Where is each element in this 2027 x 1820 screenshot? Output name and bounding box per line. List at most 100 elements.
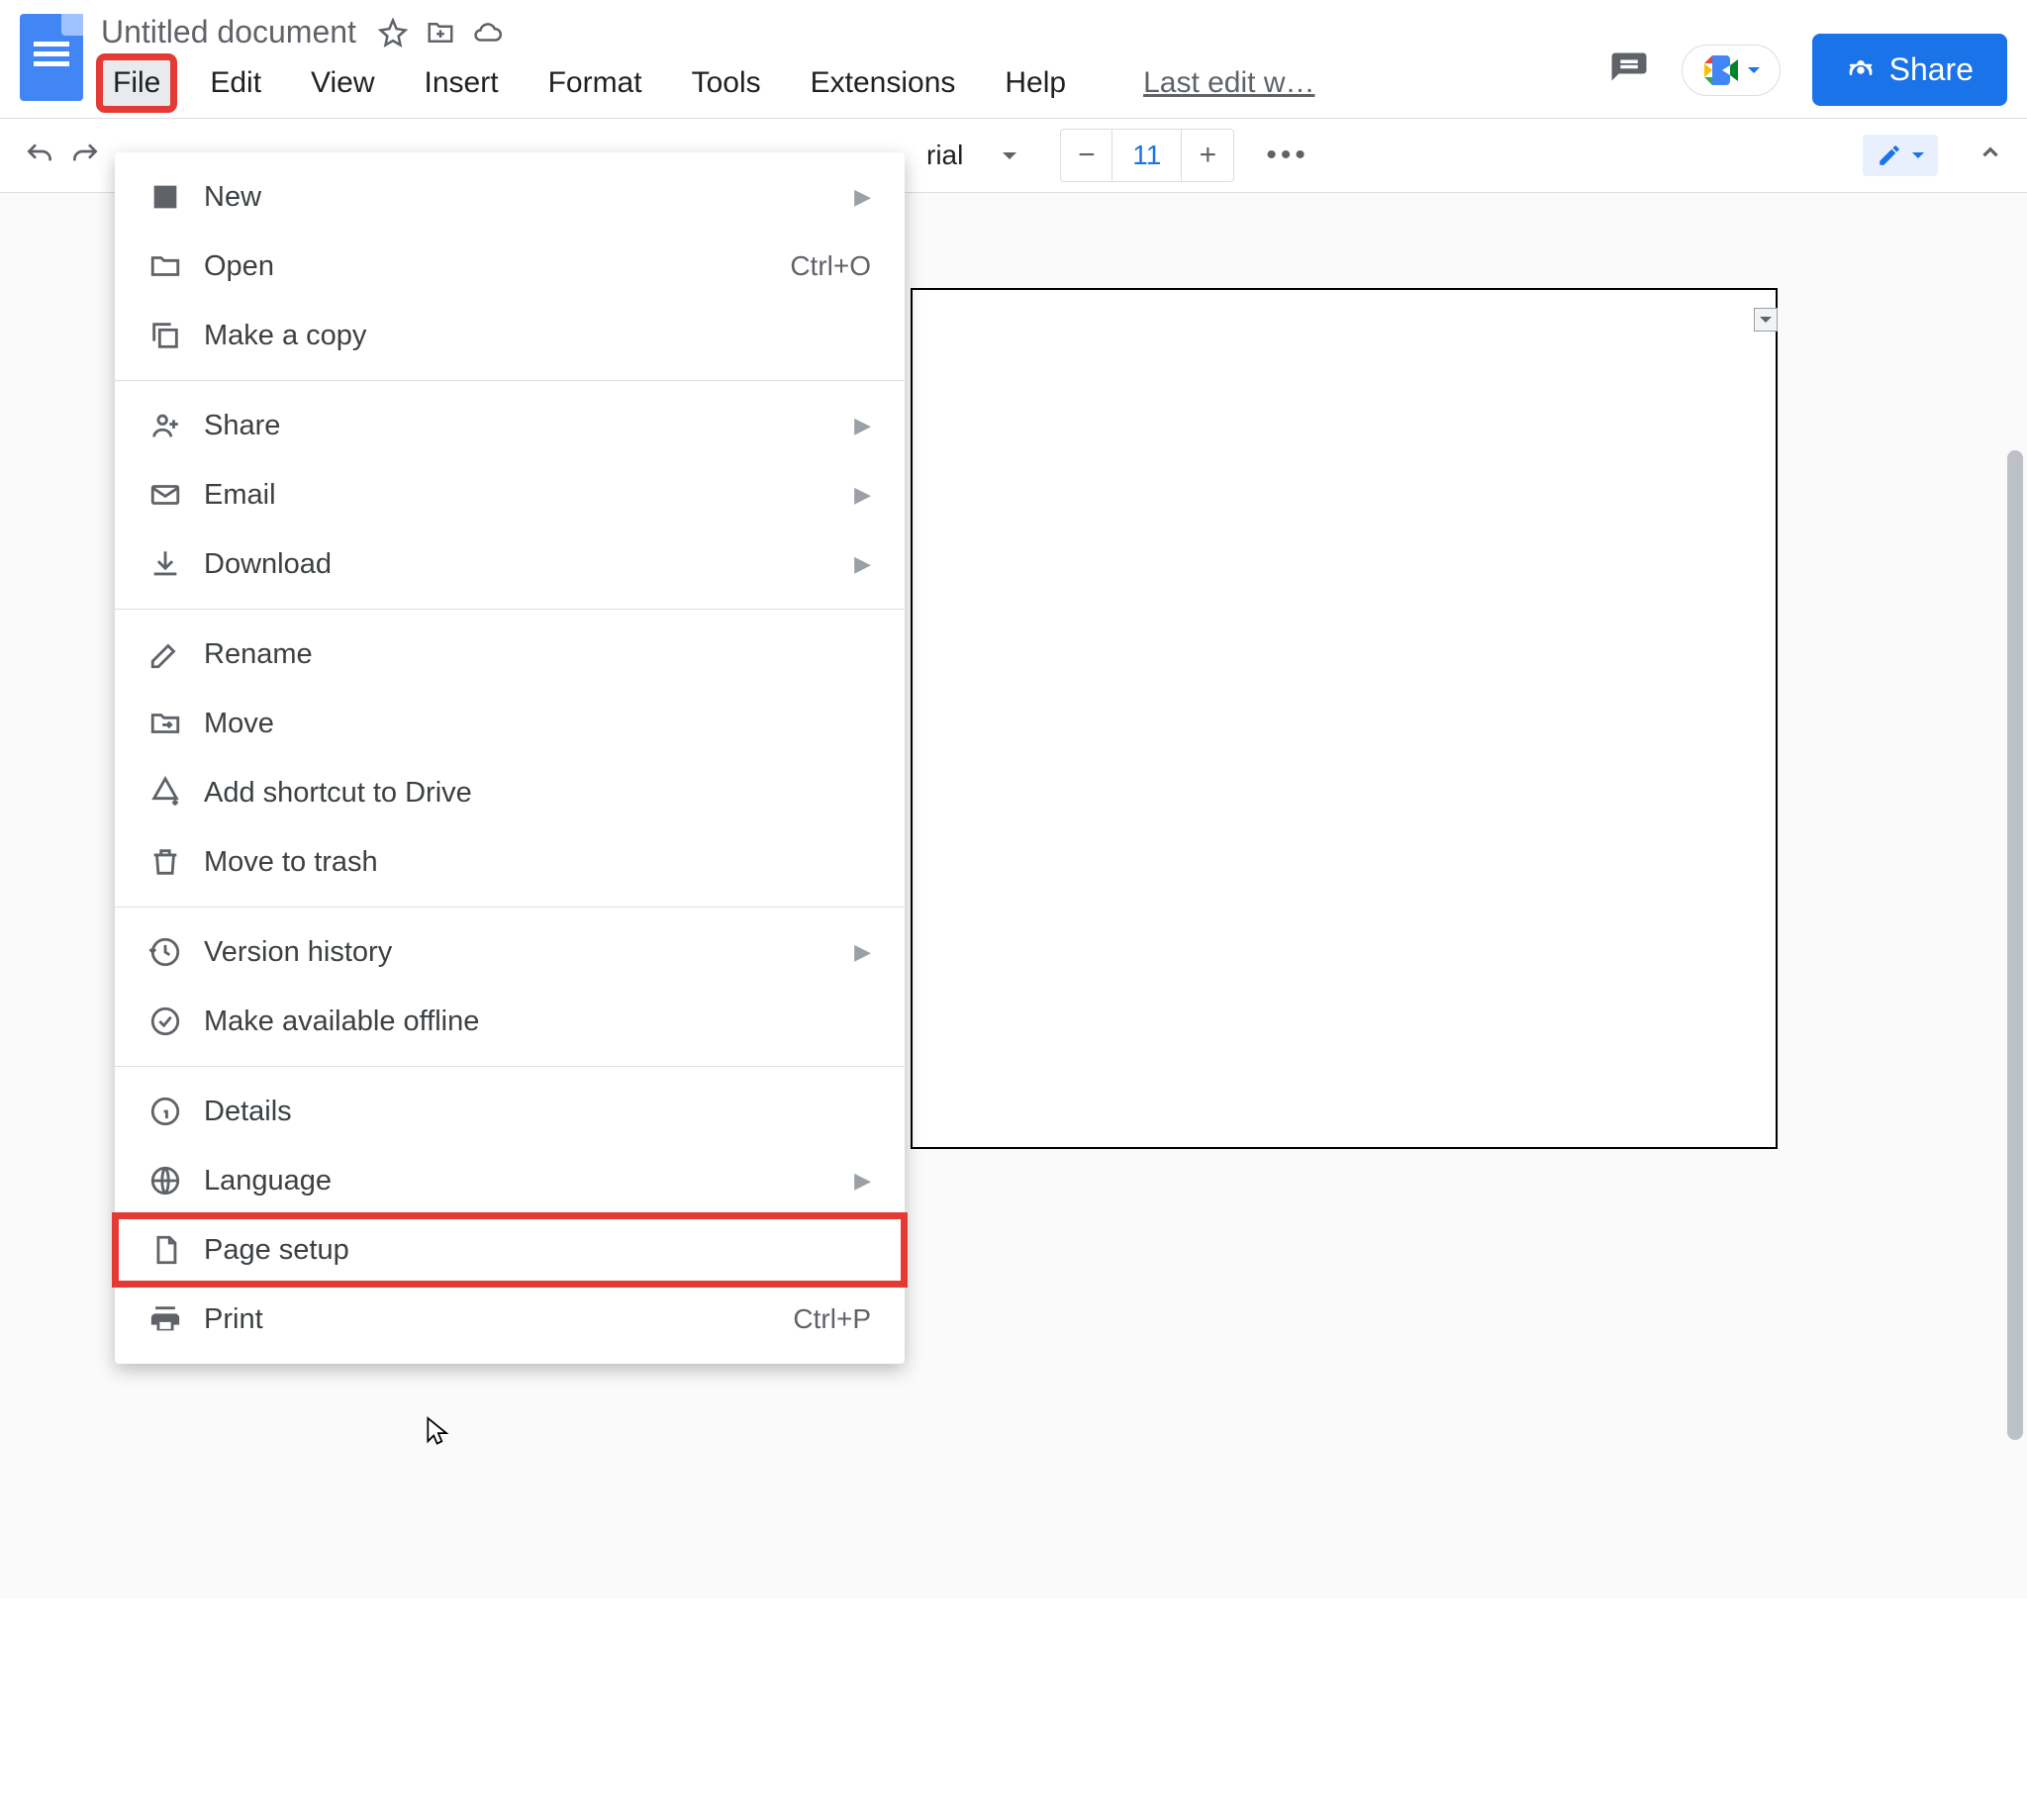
menubar: File Edit View Insert Format Tools Exten… <box>101 58 1608 108</box>
file-menu-print[interactable]: Print Ctrl+P <box>115 1285 905 1354</box>
page-tab-handle[interactable] <box>1754 308 1778 332</box>
editing-mode-dropdown[interactable] <box>1863 135 1938 176</box>
file-menu-download[interactable]: Download ▶ <box>115 529 905 599</box>
file-menu-version-history[interactable]: Version history ▶ <box>115 917 905 987</box>
file-menu-trash[interactable]: Move to trash <box>115 827 905 897</box>
submenu-arrow-icon: ▶ <box>854 1168 871 1194</box>
menu-insert[interactable]: Insert <box>413 58 511 108</box>
file-menu-email[interactable]: Email ▶ <box>115 460 905 529</box>
menu-edit[interactable]: Edit <box>198 58 273 108</box>
header-right: Share <box>1608 34 2007 106</box>
meet-icon <box>1702 55 1738 85</box>
file-menu-rename[interactable]: Rename <box>115 620 905 689</box>
file-menu-share[interactable]: Share ▶ <box>115 391 905 460</box>
last-edit-link[interactable]: Last edit w… <box>1143 66 1314 100</box>
cloud-status-icon[interactable] <box>473 18 503 48</box>
globe-icon <box>148 1164 182 1197</box>
menu-item-label: Make a copy <box>204 320 366 352</box>
menu-item-label: New <box>204 181 261 214</box>
share-button[interactable]: Share <box>1812 34 2007 106</box>
document-page[interactable] <box>911 288 1778 1149</box>
menu-item-label: Email <box>204 479 276 512</box>
download-icon <box>148 547 182 581</box>
file-menu-details[interactable]: Details <box>115 1077 905 1146</box>
file-menu-language[interactable]: Language ▶ <box>115 1146 905 1215</box>
submenu-arrow-icon: ▶ <box>854 184 871 210</box>
menu-file[interactable]: File <box>101 58 172 108</box>
meet-button[interactable] <box>1682 45 1781 96</box>
menu-separator <box>115 1066 905 1067</box>
title-area: Untitled document File Edit View Insert … <box>101 14 1608 108</box>
email-icon <box>148 478 182 512</box>
file-menu-add-shortcut[interactable]: Add shortcut to Drive <box>115 758 905 827</box>
move-icon <box>148 707 182 740</box>
star-icon[interactable] <box>378 18 408 48</box>
shortcut-drive-icon <box>148 776 182 810</box>
menu-item-label: Make available offline <box>204 1006 479 1038</box>
mouse-cursor-icon <box>426 1415 453 1449</box>
doc-icon <box>148 180 182 214</box>
menu-extensions[interactable]: Extensions <box>799 58 968 108</box>
comment-history-icon[interactable] <box>1608 49 1650 91</box>
chevron-down-icon <box>1912 152 1924 164</box>
menu-tools[interactable]: Tools <box>680 58 773 108</box>
file-menu-page-setup[interactable]: Page setup <box>115 1215 905 1285</box>
docs-logo-icon[interactable] <box>20 14 83 101</box>
menu-separator <box>115 907 905 908</box>
file-menu-new[interactable]: New ▶ <box>115 162 905 232</box>
submenu-arrow-icon: ▶ <box>854 939 871 965</box>
menu-separator <box>115 609 905 610</box>
undo-icon[interactable] <box>24 140 55 171</box>
menu-item-label: Move to trash <box>204 846 378 879</box>
rename-icon <box>148 637 182 671</box>
pencil-icon <box>1877 143 1902 168</box>
menu-item-label: Share <box>204 410 280 442</box>
file-menu-make-copy[interactable]: Make a copy <box>115 301 905 370</box>
menu-item-label: Move <box>204 708 274 740</box>
folder-icon <box>148 249 182 283</box>
menu-item-shortcut: Ctrl+P <box>793 1303 871 1335</box>
collapse-toolbar-icon[interactable] <box>1978 140 2003 172</box>
document-title[interactable]: Untitled document <box>101 14 356 50</box>
font-size-value[interactable]: 11 <box>1112 130 1182 181</box>
history-icon <box>148 935 182 969</box>
copy-icon <box>148 319 182 352</box>
file-menu-open[interactable]: Open Ctrl+O <box>115 232 905 301</box>
info-icon <box>148 1095 182 1128</box>
menu-help[interactable]: Help <box>993 58 1078 108</box>
font-family-value: rial <box>926 140 963 171</box>
vertical-scrollbar[interactable] <box>2007 450 2023 1440</box>
menu-item-shortcut: Ctrl+O <box>790 250 871 282</box>
toolbar-overflow-icon[interactable]: ••• <box>1266 139 1309 172</box>
move-folder-icon[interactable] <box>426 18 455 48</box>
menu-item-label: Page setup <box>204 1234 349 1267</box>
submenu-arrow-icon: ▶ <box>854 551 871 577</box>
print-icon <box>148 1302 182 1336</box>
font-family-dropdown[interactable]: rial <box>926 140 1016 171</box>
share-button-label: Share <box>1889 51 1974 88</box>
page-icon <box>148 1233 182 1267</box>
menu-item-label: Download <box>204 548 332 581</box>
menu-item-label: Language <box>204 1165 332 1197</box>
file-menu-offline[interactable]: Make available offline <box>115 987 905 1056</box>
redo-icon[interactable] <box>69 140 101 171</box>
menu-item-label: Details <box>204 1096 292 1128</box>
menu-format[interactable]: Format <box>536 58 654 108</box>
menu-separator <box>115 380 905 381</box>
title-bar: Untitled document File Edit View Insert … <box>0 0 2027 108</box>
menu-item-label: Open <box>204 250 274 283</box>
offline-icon <box>148 1005 182 1038</box>
trash-icon <box>148 845 182 879</box>
chevron-down-icon <box>1003 152 1016 166</box>
menu-item-label: Print <box>204 1303 263 1336</box>
file-menu-move[interactable]: Move <box>115 689 905 758</box>
chevron-down-icon <box>1748 67 1760 79</box>
person-add-icon <box>148 409 182 442</box>
font-size-increase[interactable]: + <box>1182 130 1233 181</box>
menu-view[interactable]: View <box>299 58 386 108</box>
font-size-group: − 11 + <box>1060 129 1234 182</box>
file-menu-dropdown: New ▶ Open Ctrl+O Make a copy Share ▶ Em… <box>115 152 905 1364</box>
submenu-arrow-icon: ▶ <box>854 413 871 438</box>
font-size-decrease[interactable]: − <box>1061 130 1112 181</box>
menu-item-label: Version history <box>204 936 392 969</box>
